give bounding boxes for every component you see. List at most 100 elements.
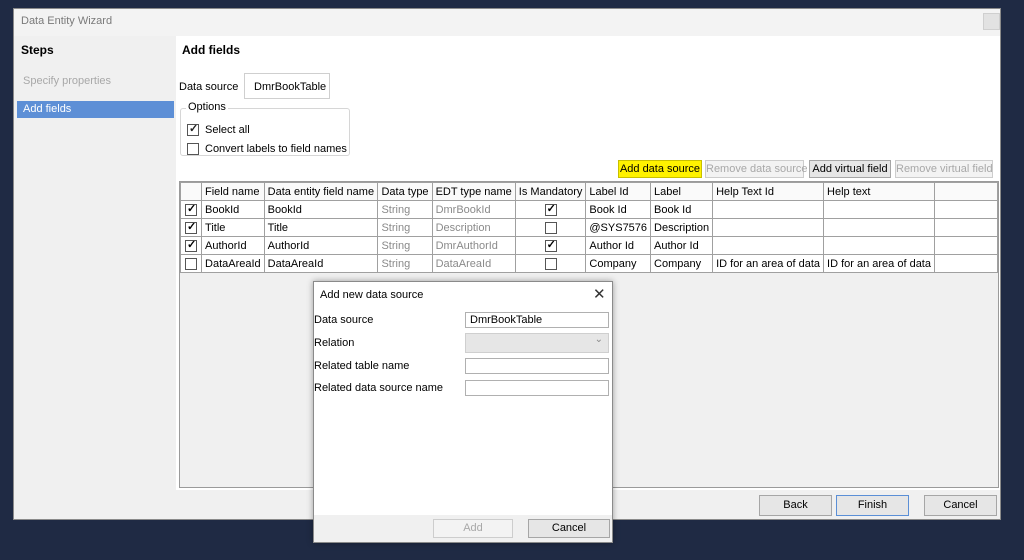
column-header[interactable]: Help Text Id xyxy=(712,182,825,201)
entity-field-name-cell[interactable]: BookId xyxy=(263,200,379,219)
empty-cell xyxy=(933,218,999,237)
back-button[interactable]: Back xyxy=(759,495,832,516)
step-specify-properties[interactable]: Specify properties xyxy=(23,75,111,87)
dialog-add-button[interactable]: Add xyxy=(433,519,513,538)
window-close-button[interactable] xyxy=(983,13,1000,30)
field-name-cell[interactable]: DataAreaId xyxy=(201,254,265,273)
fields-table: Field name Data entity field name Data t… xyxy=(179,182,999,273)
dialog-relation-label: Relation xyxy=(314,337,355,349)
add-data-source-dialog: Add new data source ✕ Data source DmrBoo… xyxy=(313,281,613,543)
column-header[interactable]: Label xyxy=(650,182,714,201)
table-row[interactable]: Title Title String Description @SYS7576 … xyxy=(179,218,999,237)
cancel-button[interactable]: Cancel xyxy=(924,495,997,516)
row-select-cell[interactable] xyxy=(179,218,203,237)
column-header-empty xyxy=(933,182,999,201)
field-name-cell[interactable]: Title xyxy=(201,218,265,237)
field-name-cell[interactable]: AuthorId xyxy=(201,236,265,255)
step-add-fields[interactable]: Add fields xyxy=(17,101,174,118)
mandatory-cell[interactable] xyxy=(514,200,587,219)
mandatory-cell[interactable] xyxy=(514,218,587,237)
window-title: Data Entity Wizard xyxy=(21,15,113,27)
table-header-row: Field name Data entity field name Data t… xyxy=(179,182,999,201)
help-text-id-cell[interactable] xyxy=(712,200,825,219)
edt-cell: DmrBookId xyxy=(431,200,516,219)
help-text-cell[interactable] xyxy=(823,200,935,219)
table-row[interactable]: BookId BookId String DmrBookId Book Id B… xyxy=(179,200,999,219)
dialog-title: Add new data source xyxy=(320,289,424,301)
row-select-cell[interactable] xyxy=(179,254,203,273)
row-select-cell[interactable] xyxy=(179,236,203,255)
chevron-down-icon: ⌄ xyxy=(594,334,603,345)
column-header[interactable]: Field name xyxy=(201,182,265,201)
convert-labels-checkbox[interactable] xyxy=(187,143,199,155)
help-text-cell[interactable] xyxy=(823,218,935,237)
column-header[interactable]: Label Id xyxy=(585,182,652,201)
help-text-cell[interactable]: ID for an area of data xyxy=(823,254,935,273)
label-id-cell[interactable]: @SYS7576 xyxy=(585,218,652,237)
edt-cell: DmrAuthorId xyxy=(431,236,516,255)
data-source-field[interactable]: DmrBookTable xyxy=(244,73,330,99)
select-all-label: Select all xyxy=(205,124,250,136)
row-select-cell[interactable] xyxy=(179,200,203,219)
entity-field-name-cell[interactable]: DataAreaId xyxy=(263,254,379,273)
mandatory-checkbox[interactable] xyxy=(544,257,557,270)
field-name-cell[interactable]: BookId xyxy=(201,200,265,219)
label-cell[interactable]: Author Id xyxy=(650,236,714,255)
label-id-cell[interactable]: Book Id xyxy=(585,200,652,219)
page-title: Add fields xyxy=(182,43,241,57)
options-title: Options xyxy=(186,101,228,113)
dialog-data-source-field[interactable]: DmrBookTable xyxy=(465,312,609,328)
related-data-source-name-field[interactable] xyxy=(465,380,609,396)
row-select-checkbox[interactable] xyxy=(185,238,197,252)
column-header[interactable]: Help text xyxy=(823,182,935,201)
label-cell[interactable]: Company xyxy=(650,254,714,273)
relation-select[interactable]: ⌄ xyxy=(465,333,609,353)
data-type-cell: String xyxy=(377,236,433,255)
remove-data-source-button[interactable]: Remove data source xyxy=(705,160,808,178)
close-icon[interactable]: ✕ xyxy=(593,285,606,303)
mandatory-cell[interactable] xyxy=(514,254,587,273)
table-row[interactable]: DataAreaId DataAreaId String DataAreaId … xyxy=(179,254,999,273)
column-header[interactable]: Data entity field name xyxy=(263,182,379,201)
dialog-data-source-label: Data source xyxy=(314,314,374,326)
data-source-label: Data source xyxy=(179,81,239,93)
entity-field-name-cell[interactable]: AuthorId xyxy=(263,236,379,255)
finish-button[interactable]: Finish xyxy=(836,495,909,516)
mandatory-cell[interactable] xyxy=(514,236,587,255)
dialog-related-ds-label: Related data source name xyxy=(314,382,444,394)
remove-virtual-field-button[interactable]: Remove virtual field xyxy=(895,160,993,178)
steps-panel: Steps Specify properties Add fields xyxy=(14,36,176,490)
mandatory-checkbox[interactable] xyxy=(544,238,557,252)
entity-field-name-cell[interactable]: Title xyxy=(263,218,379,237)
empty-cell xyxy=(933,254,999,273)
data-type-cell: String xyxy=(377,254,433,273)
label-cell[interactable]: Book Id xyxy=(650,200,714,219)
help-text-id-cell[interactable] xyxy=(712,218,825,237)
row-select-checkbox[interactable] xyxy=(185,257,197,270)
column-header[interactable]: Data type xyxy=(377,182,433,201)
steps-heading: Steps xyxy=(21,43,54,57)
select-all-checkbox[interactable] xyxy=(187,122,199,136)
label-id-cell[interactable]: Author Id xyxy=(585,236,652,255)
help-text-id-cell[interactable]: ID for an area of data xyxy=(712,254,825,273)
convert-labels-label: Convert labels to field names xyxy=(205,143,347,155)
related-table-name-field[interactable] xyxy=(465,358,609,374)
mandatory-checkbox[interactable] xyxy=(544,202,557,216)
data-type-cell: String xyxy=(377,200,433,219)
row-select-checkbox[interactable] xyxy=(185,220,197,234)
dialog-cancel-button[interactable]: Cancel xyxy=(528,519,610,538)
help-text-id-cell[interactable] xyxy=(712,236,825,255)
add-data-source-button[interactable]: Add data source xyxy=(618,160,702,178)
row-select-checkbox[interactable] xyxy=(185,202,197,216)
label-cell[interactable]: Description xyxy=(650,218,714,237)
help-text-cell[interactable] xyxy=(823,236,935,255)
label-id-cell[interactable]: Company xyxy=(585,254,652,273)
title-bar: Data Entity Wizard xyxy=(14,9,1000,36)
empty-cell xyxy=(933,200,999,219)
mandatory-checkbox[interactable] xyxy=(544,221,557,234)
table-row[interactable]: AuthorId AuthorId String DmrAuthorId Aut… xyxy=(179,236,999,255)
column-header[interactable]: EDT type name xyxy=(431,182,516,201)
add-virtual-field-button[interactable]: Add virtual field xyxy=(809,160,891,178)
column-header[interactable]: Is Mandatory xyxy=(514,182,587,201)
edt-cell: DataAreaId xyxy=(431,254,516,273)
